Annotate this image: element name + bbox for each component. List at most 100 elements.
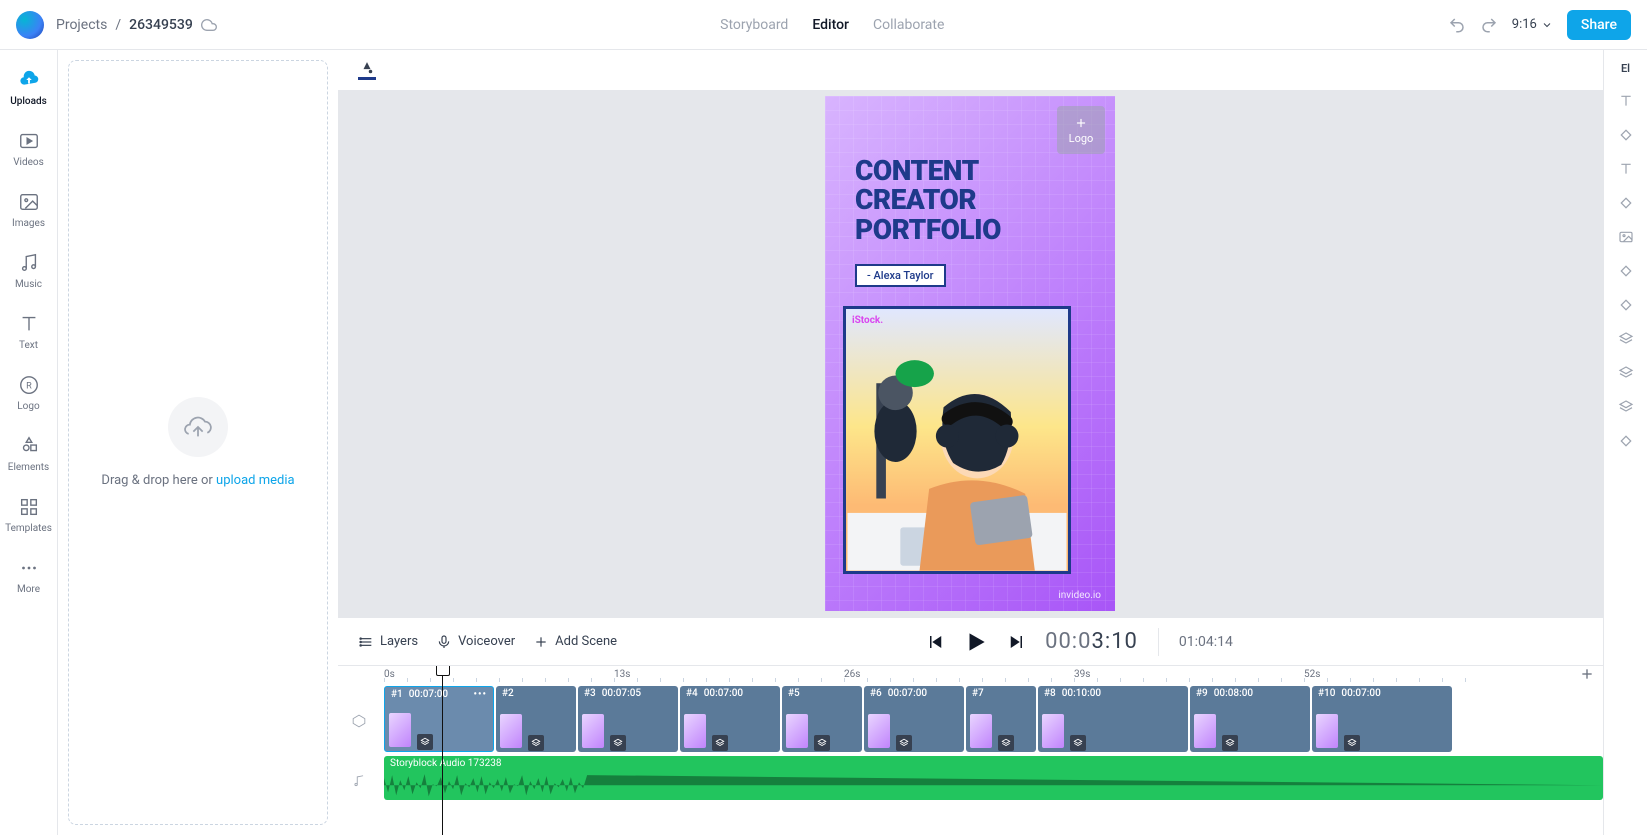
scene-clip[interactable]: #1000:07:00 — [1312, 686, 1452, 752]
main-layout: Uploads Videos Images Music Text R Logo … — [0, 50, 1647, 835]
play-button[interactable] — [963, 629, 989, 655]
text-tool-icon[interactable] — [1618, 161, 1634, 177]
images-icon — [17, 190, 41, 214]
breadcrumb-root[interactable]: Projects — [56, 17, 107, 33]
sidebar-item-music[interactable]: Music — [0, 251, 57, 290]
scene-clip[interactable]: #2 — [496, 686, 576, 752]
upload-panel: Drag & drop here or upload media — [58, 50, 338, 835]
app-logo[interactable] — [16, 11, 44, 39]
tab-storyboard[interactable]: Storyboard — [720, 17, 788, 33]
sidebar-label: Text — [19, 340, 38, 351]
canvas-subtitle[interactable]: - Alexa Taylor — [855, 264, 946, 287]
app-header: Projects / 26349539 Storyboard Editor Co… — [0, 0, 1647, 50]
scene-color-tool[interactable] — [358, 61, 376, 80]
text-icon — [17, 312, 41, 336]
audio-track-handle[interactable] — [352, 774, 366, 788]
watermark: invideo.io — [1058, 590, 1101, 601]
sidebar-item-more[interactable]: More — [0, 556, 57, 595]
music-icon — [17, 251, 41, 275]
scene-clip[interactable]: #300:07:05 — [578, 686, 678, 752]
add-marker-icon[interactable] — [1579, 666, 1595, 682]
voiceover-button[interactable]: Voiceover — [436, 634, 515, 650]
header-left: Projects / 26349539 — [16, 11, 217, 39]
canvas-toolbar — [338, 50, 1603, 90]
playhead[interactable] — [442, 666, 443, 835]
breadcrumb: Projects / 26349539 — [56, 17, 217, 33]
scene-track: #100:07:00•••#2#300:07:05#400:07:00#5#60… — [384, 686, 1603, 752]
layers-icon[interactable] — [1618, 331, 1634, 347]
diamond-icon[interactable] — [1618, 127, 1634, 143]
diamond-icon[interactable] — [1618, 263, 1634, 279]
diamond-icon[interactable] — [1618, 297, 1634, 313]
sidebar-item-templates[interactable]: Templates — [0, 495, 57, 534]
sidebar-label: Uploads — [10, 96, 47, 107]
person-illustration — [846, 340, 1068, 571]
scene-track-handle[interactable] — [352, 714, 366, 728]
audio-clip-label: Storyblock Audio 173238 — [384, 756, 1603, 771]
sidebar-label: Logo — [17, 401, 39, 412]
timeline[interactable]: 0s 13s 26s 39s 52s #100:07:00•••#2#300:0… — [338, 665, 1603, 835]
canvas-viewport[interactable]: Logo CONTENT CREATOR PORTFOLIO - Alexa T… — [338, 90, 1603, 617]
videos-icon — [17, 129, 41, 153]
upload-media-link[interactable]: upload media — [216, 473, 295, 488]
upload-cloud-icon — [168, 397, 228, 457]
add-scene-button[interactable]: Add Scene — [533, 634, 617, 650]
text-tool-icon[interactable] — [1618, 93, 1634, 109]
project-id[interactable]: 26349539 — [129, 17, 193, 33]
scene-clip[interactable]: #5 — [782, 686, 862, 752]
waveform-icon — [384, 770, 1603, 800]
total-duration: 01:04:14 — [1179, 634, 1233, 650]
sidebar-item-elements[interactable]: Elements — [0, 434, 57, 473]
sidebar-item-uploads[interactable]: Uploads — [0, 68, 57, 107]
sidebar-label: Music — [15, 279, 42, 290]
layers-icon[interactable] — [1618, 365, 1634, 381]
drop-text: Drag & drop here or upload media — [101, 473, 294, 488]
aspect-ratio-selector[interactable]: 9:16 — [1512, 17, 1553, 32]
tab-collaborate[interactable]: Collaborate — [873, 17, 944, 33]
tab-editor[interactable]: Editor — [812, 17, 849, 33]
templates-icon — [17, 495, 41, 519]
current-time: 00:03:10 — [1045, 629, 1138, 654]
diamond-icon[interactable] — [1618, 433, 1634, 449]
diamond-icon[interactable] — [1618, 195, 1634, 211]
upload-dropzone[interactable]: Drag & drop here or upload media — [68, 60, 328, 825]
sidebar-item-images[interactable]: Images — [0, 190, 57, 229]
timeline-ruler[interactable]: 0s 13s 26s 39s 52s — [384, 666, 1603, 686]
logo-placeholder[interactable]: Logo — [1057, 106, 1105, 154]
header-tabs: Storyboard Editor Collaborate — [720, 17, 944, 33]
image-tool-icon[interactable] — [1618, 229, 1634, 245]
svg-text:R: R — [26, 382, 32, 392]
undo-icon[interactable] — [1448, 16, 1466, 34]
editor-area: Logo CONTENT CREATOR PORTFOLIO - Alexa T… — [338, 50, 1603, 835]
more-icon — [17, 556, 41, 580]
prev-button[interactable] — [927, 633, 945, 651]
layers-button[interactable]: Layers — [358, 634, 418, 650]
scene-clip[interactable]: #800:10:00 — [1038, 686, 1188, 752]
audio-track[interactable]: Storyblock Audio 173238 — [384, 756, 1603, 800]
redo-icon[interactable] — [1480, 16, 1498, 34]
sidebar-item-logo[interactable]: R Logo — [0, 373, 57, 412]
sidebar-label: Templates — [5, 523, 52, 534]
layers-icon[interactable] — [1618, 399, 1634, 415]
logo-r-icon: R — [17, 373, 41, 397]
sidebar-item-text[interactable]: Text — [0, 312, 57, 351]
sidebar-item-videos[interactable]: Videos — [0, 129, 57, 168]
canvas-stock-image[interactable]: iStock. — [843, 306, 1071, 574]
sidebar-label: Elements — [8, 462, 49, 473]
canvas-title[interactable]: CONTENT CREATOR PORTFOLIO — [855, 156, 1085, 244]
scene-clip[interactable]: #600:07:00 — [864, 686, 964, 752]
scene-clip[interactable]: #100:07:00••• — [384, 686, 494, 752]
elements-icon — [17, 434, 41, 458]
header-right: 9:16 Share — [1448, 10, 1631, 40]
next-button[interactable] — [1007, 633, 1025, 651]
scene-clip[interactable]: #400:07:00 — [680, 686, 780, 752]
canvas-frame[interactable]: Logo CONTENT CREATOR PORTFOLIO - Alexa T… — [825, 96, 1115, 611]
right-tool-rail: El — [1603, 50, 1647, 835]
cloud-sync-icon[interactable] — [201, 17, 217, 33]
share-button[interactable]: Share — [1567, 10, 1631, 40]
playback-controls: 00:03:10 01:04:14 — [637, 628, 1523, 656]
tc-left: Layers Voiceover Add Scene — [358, 634, 617, 650]
scene-clip[interactable]: #7 — [966, 686, 1036, 752]
sidebar-label: More — [17, 584, 40, 595]
scene-clip[interactable]: #900:08:00 — [1190, 686, 1310, 752]
